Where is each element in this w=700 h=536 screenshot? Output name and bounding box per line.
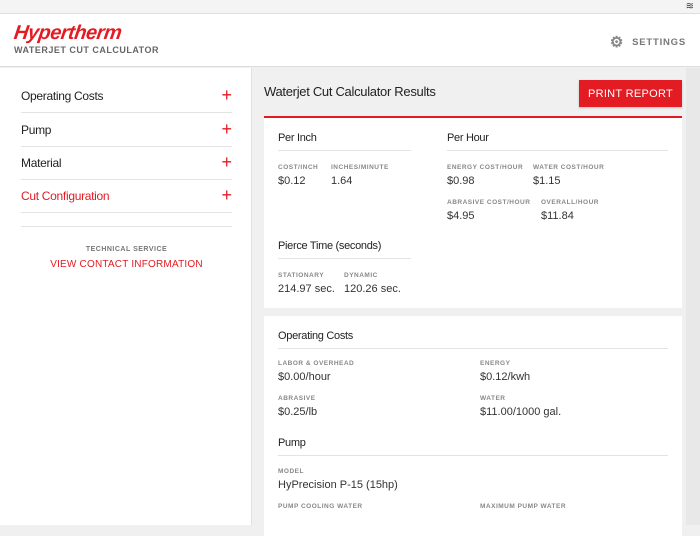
sidebar-item-label: Material	[21, 155, 62, 170]
abrasive-cost-hour-field: ABRASIVE COST/HOUR $4.95	[447, 199, 530, 222]
app-header: Hypertherm WATERJET CUT CALCULATOR ⚙ SETT…	[0, 14, 700, 67]
field-value: $0.98	[447, 175, 475, 187]
field-value: $4.95	[447, 210, 475, 222]
field-label: INCHES/MINUTE	[331, 164, 389, 171]
inches-minute-field: INCHES/MINUTE 1.64	[331, 164, 389, 187]
sidebar-item-label: Cut Configuration	[21, 188, 110, 203]
field-value: $11.00/1000 gal.	[480, 406, 562, 418]
field-value: $1.15	[533, 175, 561, 187]
field-label: WATER	[480, 395, 506, 402]
settings-label: SETTINGS	[632, 36, 686, 48]
dynamic-field: DYNAMIC 120.26 sec.	[344, 272, 401, 295]
field-value: $11.84	[541, 210, 574, 222]
page-title: Waterjet Cut Calculator Results	[264, 84, 436, 99]
technical-service-title: TECHNICAL SERVICE	[85, 246, 168, 253]
sidebar: Operating Costs + Pump + Material + Cut Con…	[0, 68, 252, 525]
status-bar: ≋	[0, 0, 700, 14]
per-inch-heading: Per Inch	[278, 132, 411, 151]
sidebar-item-pump[interactable]: Pump +	[21, 113, 232, 147]
plus-icon: +	[221, 119, 232, 139]
field-value: $0.12/kwh	[480, 371, 531, 383]
field-value: $0.25/lb	[278, 406, 318, 418]
field-label: COST/INCH	[278, 164, 319, 171]
field-value: $0.00/hour	[278, 371, 331, 383]
field-label: WATER COST/HOUR	[533, 164, 605, 171]
field-label: PUMP COOLING WATER	[278, 503, 363, 510]
field-value: HyPrecision P-15 (15hp)	[278, 479, 398, 491]
sidebar-item-label: Operating Costs	[21, 88, 104, 103]
per-hour-heading: Per Hour	[447, 132, 668, 151]
field-label: ABRASIVE COST/HOUR	[447, 199, 531, 206]
sidebar-item-material[interactable]: Material +	[21, 146, 232, 180]
labor-overhead-field: LABOR & OVERHEAD $0.00/hour	[278, 360, 354, 383]
plus-icon: +	[221, 85, 232, 105]
field-value: 214.97 sec.	[278, 283, 335, 295]
field-label: ABRASIVE	[278, 395, 316, 402]
print-report-button[interactable]: PRINT REPORT	[579, 80, 682, 107]
stationary-field: STATIONARY 214.97 sec.	[278, 272, 335, 295]
field-label: LABOR & OVERHEAD	[278, 360, 355, 367]
model-field: MODEL HyPrecision P-15 (15hp)	[278, 468, 398, 491]
sidebar-item-operating-costs[interactable]: Operating Costs +	[21, 79, 232, 113]
wifi-icon: ≋	[685, 1, 694, 12]
water-field: WATER $11.00/1000 gal.	[480, 395, 561, 418]
pump-heading: Pump	[278, 437, 668, 456]
field-label: ENERGY COST/HOUR	[447, 164, 524, 171]
energy-cost-hour-field: ENERGY COST/HOUR $0.98	[447, 164, 523, 187]
view-contact-link[interactable]: VIEW CONTACT INFORMATION	[21, 259, 232, 270]
field-value: $0.12	[278, 175, 306, 187]
technical-service: TECHNICAL SERVICE VIEW CONTACT INFORMATI…	[21, 226, 232, 270]
hypertherm-logo: Hypertherm	[12, 22, 123, 44]
field-value: 1.64	[331, 175, 353, 187]
field-label: MODEL	[278, 468, 304, 475]
pierce-time-heading: Pierce Time (seconds)	[278, 240, 411, 259]
field-label: DYNAMIC	[344, 272, 378, 279]
sidebar-item-label: Pump	[21, 122, 52, 137]
inputs-summary-card: Operating Costs LABOR & OVERHEAD $0.00/ho…	[264, 316, 682, 536]
water-cost-hour-field: WATER COST/HOUR $1.15	[533, 164, 604, 187]
scrollbar[interactable]	[686, 68, 700, 525]
energy-field: ENERGY $0.12/kwh	[480, 360, 530, 383]
maximum-pump-water-field: MAXIMUM PUMP WATER	[480, 503, 566, 510]
gear-icon: ⚙	[609, 34, 625, 51]
field-label: STATIONARY	[278, 272, 325, 279]
plus-icon: +	[221, 152, 232, 172]
settings-button[interactable]: ⚙ SETTINGS	[610, 33, 686, 51]
abrasive-field: ABRASIVE $0.25/lb	[278, 395, 317, 418]
operating-costs-heading: Operating Costs	[278, 330, 668, 349]
field-label: OVERALL/HOUR	[541, 199, 599, 206]
plus-icon: +	[221, 185, 232, 205]
field-value: 120.26 sec.	[344, 283, 401, 295]
pump-cooling-water-field: PUMP COOLING WATER	[278, 503, 363, 510]
app-subtitle: WATERJET CUT CALCULATOR	[14, 45, 159, 55]
sidebar-item-cut-configuration[interactable]: Cut Configuration +	[21, 179, 232, 213]
field-label: MAXIMUM PUMP WATER	[480, 503, 567, 510]
overall-hour-field: OVERALL/HOUR $11.84	[541, 199, 599, 222]
results-card: Per Inch COST/INCH $0.12 INCHES/MINUTE 1.6…	[264, 116, 682, 308]
field-label: ENERGY	[480, 360, 511, 367]
cost-inch-field: COST/INCH $0.12	[278, 164, 318, 187]
